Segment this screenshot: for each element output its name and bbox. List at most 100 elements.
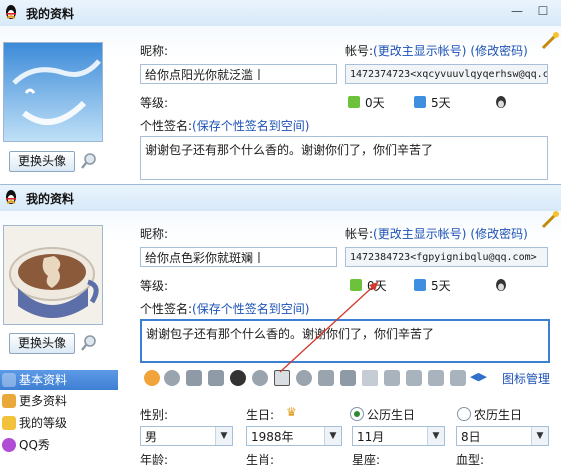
profile-card-icon (2, 373, 16, 387)
more-info-icon (2, 394, 16, 408)
lunar-birthday-radio[interactable] (457, 407, 471, 421)
nickname-input[interactable]: 给你点阳光你就泛滥丨 (140, 64, 337, 84)
account-label-text: 帐号: (345, 227, 374, 241)
month-value: 11月 (357, 430, 385, 444)
sidebar-item-basic[interactable]: 基本资料 (0, 370, 118, 390)
account-label-text: 帐号: (345, 44, 374, 58)
sidebar-item-label: 更多资料 (19, 394, 68, 408)
level-remaining-icon (414, 279, 426, 291)
sidebar-item-label: QQ秀 (19, 438, 50, 452)
safe-badge-icon[interactable] (340, 370, 356, 386)
magnifier-icon[interactable] (80, 334, 98, 352)
sidebar-item-qqshow[interactable]: QQ秀 (0, 435, 118, 455)
penguin-vip-icon[interactable] (230, 370, 246, 386)
account-field: 1472384723<fgpyignibqlu@qq.com> (345, 247, 548, 267)
qq-penguin-icon (6, 190, 16, 204)
account-label: 帐号:(更改主显示帐号) (修改密码) (345, 225, 528, 242)
avatar-image (3, 225, 103, 325)
change-password-link[interactable]: (修改密码) (470, 227, 527, 241)
level-label: 等级: (140, 279, 169, 293)
diamond-badge-icon[interactable] (428, 370, 444, 386)
nickname-label: 昵称: (140, 44, 169, 58)
signature-textarea[interactable]: 谢谢包子还有那个什么香的。谢谢你们了，你们辛苦了 (140, 136, 548, 180)
profile-window-bottom: 我的资料 更换头像 昵称: 给你点色彩你就斑斓丨 帐号:(更改主显示帐号) (修改… (0, 184, 561, 465)
level-sun-icon (348, 96, 360, 108)
signature-textarea[interactable]: 谢谢包子还有那个什么香的。谢谢你们了，你们辛苦了 (140, 319, 550, 363)
sidebar-item-label: 基本资料 (19, 373, 68, 387)
nickname-input[interactable]: 给你点色彩你就斑斓丨 (140, 247, 337, 267)
save-signature-link[interactable]: (保存个性签名到空间) (192, 119, 309, 133)
diamond-badge-icon[interactable] (384, 370, 400, 386)
chevron-down-icon: ▼ (324, 427, 341, 445)
minimize-button[interactable]: — (508, 2, 526, 20)
lunar-birthday-label: 农历生日 (474, 408, 523, 422)
chevron-down-icon: ▼ (427, 427, 444, 445)
gender-select[interactable]: 男 ▼ (140, 426, 233, 446)
photo-badge-icon[interactable] (274, 370, 290, 386)
level-days: 0天 (367, 279, 387, 293)
signature-label: 个性签名:(保存个性签名到空间) (140, 300, 309, 317)
penguin-level-icon (496, 96, 506, 108)
heart-badge-icon[interactable] (164, 370, 180, 386)
year-value: 1988年 (251, 430, 294, 444)
age-label: 年龄: (140, 453, 169, 465)
magnifier-icon[interactable] (80, 152, 98, 170)
year-select[interactable]: 1988年 ▼ (246, 426, 342, 446)
scroll-left-icon[interactable]: ◀▶ (470, 370, 487, 383)
music-badge-icon[interactable] (252, 370, 268, 386)
window-title: 我的资料 (26, 7, 75, 21)
change-display-account-link[interactable]: (更改主显示帐号) (373, 227, 466, 241)
icon-manage-link[interactable]: 图标管理 (502, 370, 550, 387)
birthday-label: 生日: (246, 408, 275, 422)
solar-birthday-radio[interactable] (350, 407, 364, 421)
change-display-account-link[interactable]: (更改主显示帐号) (373, 44, 466, 58)
gender-value: 男 (145, 430, 158, 444)
sidebar-item-more[interactable]: 更多资料 (0, 391, 118, 411)
solar-birthday-label: 公历生日 (367, 408, 416, 422)
shield-badge-icon[interactable] (186, 370, 202, 386)
profile-window-top: 我的资料 — ☐ 更换头像 昵称: 给你点阳光你就泛滥丨 帐号:(更改主显示帐号… (0, 0, 561, 184)
level-days: 0天 (365, 96, 385, 110)
signature-label-text: 个性签名: (140, 302, 193, 316)
settings-wand-icon[interactable] (541, 211, 561, 229)
qq-penguin-icon (6, 5, 16, 19)
account-field: 1472374723<xqcyvuuvlqyqerhsw@qq.c (345, 64, 548, 84)
level-label: 等级: (140, 96, 169, 110)
nickname-label: 昵称: (140, 227, 169, 241)
month-select[interactable]: 11月 ▼ (352, 426, 445, 446)
shield-badge-icon[interactable] (208, 370, 224, 386)
diamond-badge-icon[interactable] (406, 370, 422, 386)
save-signature-link[interactable]: (保存个性签名到空间) (192, 302, 309, 316)
maximize-button[interactable]: ☐ (534, 2, 552, 20)
constellation-label: 星座: (352, 453, 381, 465)
blood-type-label: 血型: (456, 453, 485, 465)
settings-wand-icon[interactable] (541, 32, 561, 50)
account-label: 帐号:(更改主显示帐号) (修改密码) (345, 42, 528, 59)
gift-badge-icon[interactable] (318, 370, 334, 386)
title-bar: 我的资料 (0, 185, 561, 211)
sidebar-item-level[interactable]: 我的等级 (0, 413, 118, 433)
day-select[interactable]: 8日 ▼ (456, 426, 549, 446)
change-password-link[interactable]: (修改密码) (470, 44, 527, 58)
diamond-badge-icon[interactable] (450, 370, 466, 386)
signature-label-text: 个性签名: (140, 119, 193, 133)
icon-bar: ◀▶ 图标管理 (140, 368, 560, 388)
crown-icon: ♛ (286, 405, 297, 419)
penguin-badge-icon[interactable] (144, 370, 160, 386)
sidebar-item-label: 我的等级 (19, 416, 68, 430)
level-remaining-days: 5天 (431, 279, 451, 293)
level-sun-icon (350, 279, 362, 291)
pai-badge-icon[interactable] (296, 370, 312, 386)
signature-label: 个性签名:(保存个性签名到空间) (140, 117, 309, 134)
qqshow-icon (2, 438, 16, 452)
chevron-down-icon: ▼ (215, 427, 232, 445)
change-avatar-button[interactable]: 更换头像 (9, 151, 75, 172)
change-avatar-button[interactable]: 更换头像 (9, 333, 75, 354)
chevron-down-icon: ▼ (531, 427, 548, 445)
avatar-image (3, 42, 103, 142)
gender-label: 性别: (140, 408, 169, 422)
crown-icon (2, 416, 16, 430)
window-title: 我的资料 (26, 192, 75, 206)
mail-badge-icon[interactable] (362, 370, 378, 386)
zodiac-label: 生肖: (246, 453, 275, 465)
